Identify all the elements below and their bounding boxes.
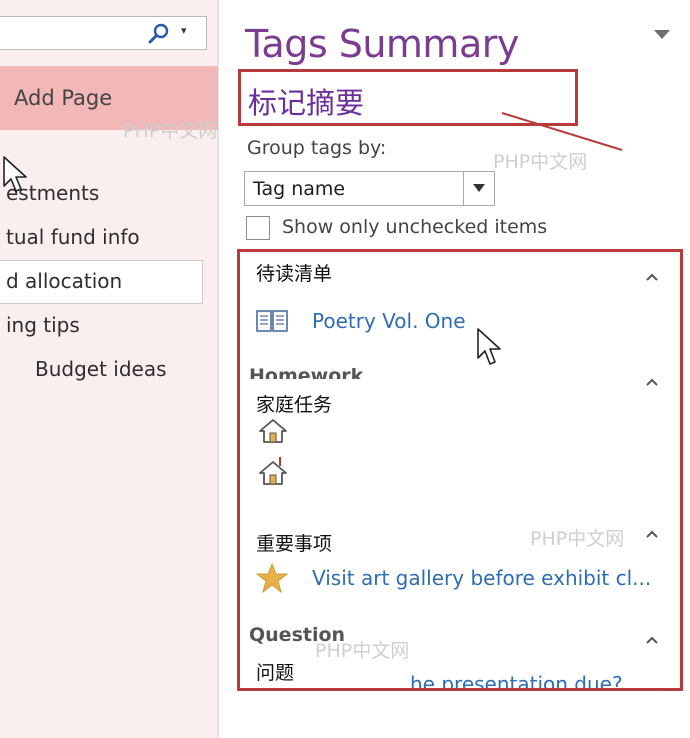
subpage-item[interactable]: Budget ideas	[35, 357, 167, 381]
mouse-pointer-icon	[477, 328, 501, 365]
show-unchecked-checkbox[interactable]	[246, 216, 270, 240]
page-item-selected[interactable]: d allocation	[6, 269, 122, 293]
group-by-dropdown-button[interactable]	[463, 172, 494, 205]
tag-item-link[interactable]: Poetry Vol. One	[312, 309, 466, 333]
watermark: PHP中文网	[123, 120, 218, 142]
tag-item-link[interactable]: he presentation due?	[410, 672, 623, 688]
pane-options-arrow-icon[interactable]	[654, 30, 670, 39]
group-by-select[interactable]: Tag name	[244, 171, 495, 206]
tag-item-link[interactable]: Visit art gallery before exhibit cl...	[312, 566, 651, 590]
page-item[interactable]: ing tips	[6, 313, 80, 337]
search-input[interactable]: ▾	[0, 16, 207, 50]
group-heading-homework[interactable]: Homework	[249, 365, 363, 379]
collapse-chevron-icon[interactable]	[646, 636, 658, 644]
group-heading-reading[interactable]: 待读清单	[256, 259, 332, 286]
tag-item-clip: he presentation due?	[410, 668, 670, 688]
collapse-chevron-icon[interactable]	[646, 530, 658, 538]
house-icon	[259, 419, 287, 443]
watermark: PHP中文网	[493, 151, 588, 173]
watermark: PHP中文网	[530, 528, 625, 550]
house-flag-icon	[259, 457, 287, 485]
pane-title-translation: 标记摘要	[248, 86, 365, 120]
mouse-pointer-icon	[3, 156, 27, 192]
watermark: PHP中文网	[315, 640, 410, 662]
collapse-chevron-icon[interactable]	[646, 273, 658, 281]
group-heading-homework-translation: 家庭任务	[256, 390, 337, 417]
group-by-value: Tag name	[253, 178, 346, 200]
group-heading-important[interactable]: 重要事项	[256, 529, 332, 556]
search-icon[interactable]	[147, 22, 171, 46]
collapse-chevron-icon[interactable]	[646, 378, 658, 386]
book-icon	[256, 310, 288, 332]
search-scope-dropdown-icon[interactable]: ▾	[181, 24, 187, 37]
show-unchecked-label[interactable]: Show only unchecked items	[282, 216, 547, 238]
add-page-label: Add Page	[14, 86, 113, 110]
pane-title: Tags Summary	[245, 22, 519, 66]
star-icon	[256, 563, 288, 593]
page-item[interactable]: tual fund info	[6, 225, 140, 249]
group-heading-question-translation: 问题	[256, 662, 295, 684]
group-tags-label: Group tags by:	[247, 137, 387, 159]
chevron-down-icon	[473, 184, 485, 192]
